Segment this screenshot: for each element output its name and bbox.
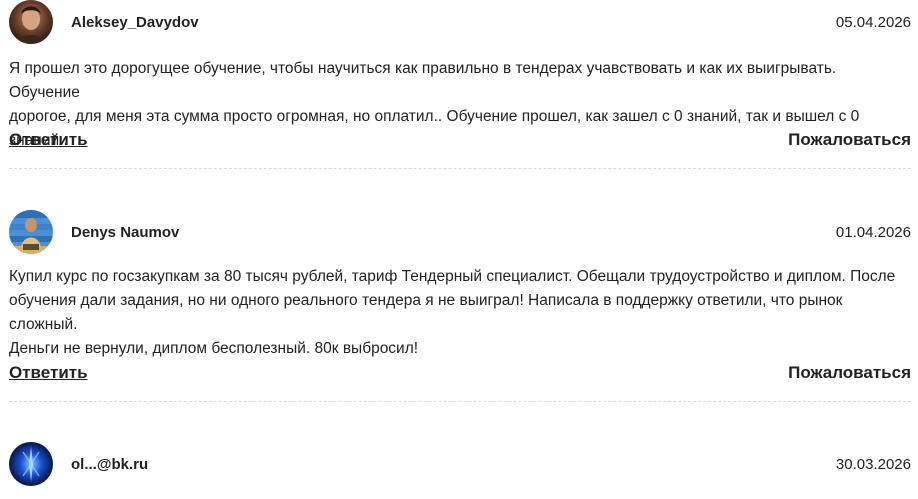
complain-link[interactable]: Пожаловаться [788, 363, 911, 383]
comment-header: ol...@bk.ru 30.03.2026 [9, 442, 911, 488]
comment-actions: Ответить Пожаловаться [9, 363, 911, 387]
comment-header: Denys Naumov 01.04.2026 [9, 210, 911, 256]
comment-item: Aleksey_Davydov 05.04.2026 Я прошел это … [0, 0, 918, 170]
comment-header: Aleksey_Davydov 05.04.2026 [9, 0, 911, 46]
author-name[interactable]: ol...@bk.ru [71, 456, 148, 473]
comment-date: 05.04.2026 [835, 14, 911, 31]
complain-link[interactable]: Пожаловаться [788, 130, 911, 150]
comment-text: Купил курс по госзакупкам за 80 тысяч ру… [9, 265, 911, 361]
avatar[interactable] [9, 210, 53, 254]
comment-text-line: обучения дали задания, но ни одного реал… [9, 292, 843, 333]
author-name[interactable]: Denys Naumov [71, 224, 179, 241]
avatar[interactable] [9, 0, 53, 44]
comment-date: 01.04.2026 [835, 224, 911, 241]
comment-actions: Ответить Пожаловаться [9, 130, 911, 154]
avatar[interactable] [9, 442, 53, 486]
author-name[interactable]: Aleksey_Davydov [71, 14, 199, 31]
reply-link[interactable]: Ответить [9, 130, 88, 150]
comment-text-line: Купил курс по госзакупкам за 80 тысяч ру… [9, 268, 896, 285]
reply-link[interactable]: Ответить [9, 363, 88, 383]
comment-date: 30.03.2026 [835, 456, 911, 473]
comment-item: ol...@bk.ru 30.03.2026 [0, 402, 918, 499]
divider [9, 168, 911, 169]
comment-item: Denys Naumov 01.04.2026 Купил курс по го… [0, 170, 918, 402]
comment-text-line: Я прошел это дорогущее обучение, чтобы н… [9, 60, 837, 101]
comment-text-line: Деньги не вернули, диплом бесполезный. 8… [9, 340, 419, 357]
